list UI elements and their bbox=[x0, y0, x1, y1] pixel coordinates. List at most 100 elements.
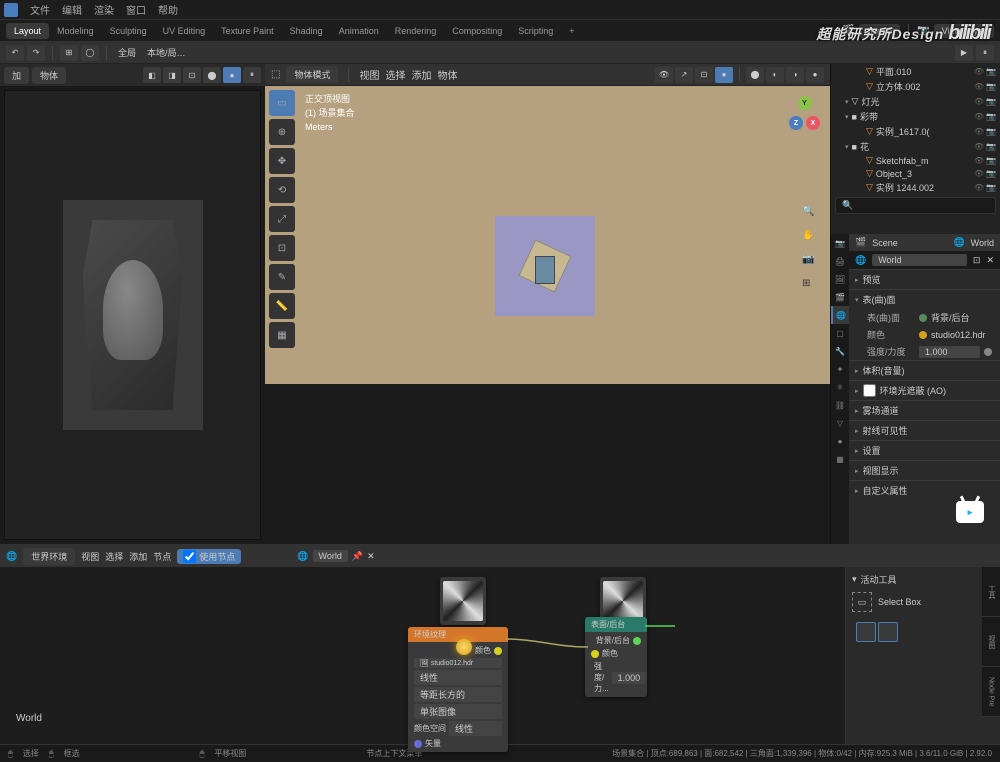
ao-checkbox[interactable] bbox=[863, 384, 876, 397]
vp-gizmo-toggle-icon[interactable]: 👁 bbox=[655, 67, 673, 83]
scene-object-plane[interactable] bbox=[495, 216, 595, 316]
node-canvas[interactable]: World 环境纹理 颜色 🖼 studio012.hdr 线性 等距长方的 单… bbox=[0, 567, 845, 744]
ptab-viewlayer-icon[interactable]: 🖼 bbox=[831, 270, 849, 288]
outliner-item[interactable]: ▽Object_3👁📷 bbox=[831, 167, 1000, 180]
ptab-texture-icon[interactable]: ▦ bbox=[831, 450, 849, 468]
outliner-search[interactable]: 🔍 bbox=[835, 197, 996, 214]
tb-pause-icon[interactable]: ⏸ bbox=[976, 45, 994, 61]
sec-ray[interactable]: ▸射线可见性 bbox=[849, 420, 1000, 440]
sec-volume[interactable]: ▸体积(音量) bbox=[849, 360, 1000, 380]
left-tb1-icon[interactable]: ◧ bbox=[143, 67, 161, 83]
vp-xray-icon[interactable]: ⊡ bbox=[695, 67, 713, 83]
color-val[interactable]: studio012.hdr bbox=[931, 330, 986, 340]
render-preview[interactable] bbox=[4, 90, 261, 540]
ptab-material-icon[interactable]: ● bbox=[831, 432, 849, 450]
vp-shade1-icon[interactable]: ● bbox=[715, 67, 733, 83]
outliner-item[interactable]: ▽平面.010👁📷 bbox=[831, 64, 1000, 79]
sec-preview[interactable]: ▸预览 bbox=[849, 269, 1000, 289]
env-file-field[interactable]: 🖼 studio012.hdr bbox=[414, 658, 502, 668]
new-world-icon[interactable]: ⊡ bbox=[973, 255, 981, 266]
ne-tab-nodepre[interactable]: Node Pre bbox=[982, 667, 1000, 717]
tool-select-box[interactable]: ▭ bbox=[269, 90, 295, 116]
tool-add[interactable]: ▦ bbox=[269, 322, 295, 348]
tb-snap-icon[interactable]: ⊞ bbox=[60, 45, 78, 61]
ne-menu-select[interactable]: 选择 bbox=[105, 550, 123, 563]
outliner-item[interactable]: ▽Sketchfab_m👁📷 bbox=[831, 154, 1000, 167]
tb-undo-icon[interactable]: ↶ bbox=[6, 45, 24, 61]
sec-ao[interactable]: ▸环境光遮蔽 (AO) bbox=[849, 380, 1000, 400]
tool-rotate[interactable]: ⟲ bbox=[269, 177, 295, 203]
ws-texpaint[interactable]: Texture Paint bbox=[213, 23, 282, 39]
tb-play-icon[interactable]: ▶ bbox=[955, 45, 973, 61]
vp-overlay-toggle-icon[interactable]: ↗ bbox=[675, 67, 693, 83]
vp-rendered-icon[interactable]: ● bbox=[806, 67, 824, 83]
ne-menu-view[interactable]: 视图 bbox=[81, 550, 99, 563]
ws-shading[interactable]: Shading bbox=[282, 23, 331, 39]
ne-menu-node[interactable]: 节点 bbox=[153, 550, 171, 563]
ptab-physics-icon[interactable]: ⚛ bbox=[831, 378, 849, 396]
menu-edit[interactable]: 编辑 bbox=[56, 2, 88, 17]
sec-mist[interactable]: ▸雾场通道 bbox=[849, 400, 1000, 420]
outliner-item[interactable]: ▾▽灯光👁📷 bbox=[831, 94, 1000, 109]
menu-help[interactable]: 帮助 bbox=[152, 2, 184, 17]
menu-file[interactable]: 文件 bbox=[24, 2, 56, 17]
ws-scripting[interactable]: Scripting bbox=[510, 23, 561, 39]
ne-close-icon[interactable]: ✕ bbox=[367, 551, 375, 562]
sec-settings[interactable]: ▸设置 bbox=[849, 440, 1000, 460]
ptab-world-icon[interactable]: 🌐 bbox=[831, 306, 849, 324]
left-pause-icon[interactable]: ⏸ bbox=[243, 67, 261, 83]
sec-surface[interactable]: ▾表(曲)面 bbox=[849, 289, 1000, 309]
ne-world-select[interactable]: World bbox=[313, 550, 348, 562]
outliner-item[interactable]: ▽实例_1617.0(👁📷 bbox=[831, 124, 1000, 139]
ws-animation[interactable]: Animation bbox=[331, 23, 387, 39]
vp-wire-icon[interactable]: ⬤ bbox=[746, 67, 764, 83]
tb-proportional-icon[interactable]: ◯ bbox=[81, 45, 99, 61]
menu-render[interactable]: 渲染 bbox=[88, 2, 120, 17]
tool-transform[interactable]: ⊡ bbox=[269, 235, 295, 261]
node-env-header[interactable]: 环境纹理 bbox=[408, 627, 508, 642]
ws-rendering[interactable]: Rendering bbox=[387, 23, 445, 39]
surface-val[interactable]: 背景/后台 bbox=[931, 311, 970, 324]
node-bg-header[interactable]: 表面/后台 bbox=[585, 617, 647, 632]
vp-menu-object[interactable]: 物体 bbox=[437, 67, 457, 82]
ptab-constraint-icon[interactable]: ⛓ bbox=[831, 396, 849, 414]
left-tb5-icon[interactable]: ● bbox=[223, 67, 241, 83]
ptab-object-icon[interactable]: ▢ bbox=[831, 324, 849, 342]
left-obj[interactable]: 物体 bbox=[32, 67, 66, 84]
nav-gizmo[interactable]: Y Z X bbox=[789, 96, 820, 130]
ne-type-icon[interactable]: 🌐 bbox=[6, 551, 17, 562]
sec-viewport[interactable]: ▸视图显示 bbox=[849, 460, 1000, 480]
ne-type-select[interactable]: 世界环境 bbox=[23, 548, 75, 565]
ws-compositing[interactable]: Compositing bbox=[444, 23, 510, 39]
use-nodes-toggle[interactable]: 使用节点 bbox=[177, 549, 241, 564]
ne-tab-view[interactable]: 视图 bbox=[982, 617, 1000, 667]
vp-matprev-icon[interactable]: ◑ bbox=[786, 67, 804, 83]
vp-hand-icon[interactable]: ✋ bbox=[802, 230, 820, 248]
vp-zoom-icon[interactable]: 🔍 bbox=[802, 206, 820, 224]
vp-solid-icon[interactable]: ◐ bbox=[766, 67, 784, 83]
transform-orientation[interactable]: 全局 bbox=[114, 46, 140, 59]
vp-camera-icon[interactable]: 📷 bbox=[802, 254, 820, 272]
vp-menu-add[interactable]: 添加 bbox=[411, 67, 431, 82]
axis-z-icon[interactable]: Z bbox=[789, 116, 803, 130]
ws-uv[interactable]: UV Editing bbox=[155, 23, 214, 39]
ws-modeling[interactable]: Modeling bbox=[49, 23, 102, 39]
tool-measure[interactable]: 📏 bbox=[269, 293, 295, 319]
axis-y-icon[interactable]: Y bbox=[798, 96, 812, 110]
outliner-item[interactable]: ▾■彩带👁📷 bbox=[831, 109, 1000, 124]
ptab-scene-icon[interactable]: 🎬 bbox=[831, 288, 849, 306]
ptab-modifier-icon[interactable]: 🔧 bbox=[831, 342, 849, 360]
viewport-canvas[interactable]: 正交顶视图 (1) 场景集合 Meters ▭ ⊕ ✥ ⟲ ⤢ ⊡ ✎ 📏 ▦ … bbox=[265, 86, 830, 384]
ne-pin-icon[interactable]: 📌 bbox=[352, 551, 363, 562]
ne-menu-add[interactable]: 添加 bbox=[129, 550, 147, 563]
tb-redo-icon[interactable]: ↷ bbox=[27, 45, 45, 61]
outliner-item[interactable]: ▽实例 1244.002👁📷 bbox=[831, 180, 1000, 195]
left-mode[interactable]: 加 bbox=[4, 67, 29, 84]
outliner-item[interactable]: ▾■花👁📷 bbox=[831, 139, 1000, 154]
ws-sculpting[interactable]: Sculpting bbox=[102, 23, 155, 39]
vp-editor-icon[interactable]: ⬚ bbox=[271, 69, 280, 80]
ne-tab-tool[interactable]: 工具 bbox=[982, 567, 1000, 617]
ws-add[interactable]: + bbox=[561, 23, 582, 39]
pivot-point[interactable]: 本地/局… bbox=[143, 46, 190, 59]
left-tb4-icon[interactable]: ⬤ bbox=[203, 67, 221, 83]
